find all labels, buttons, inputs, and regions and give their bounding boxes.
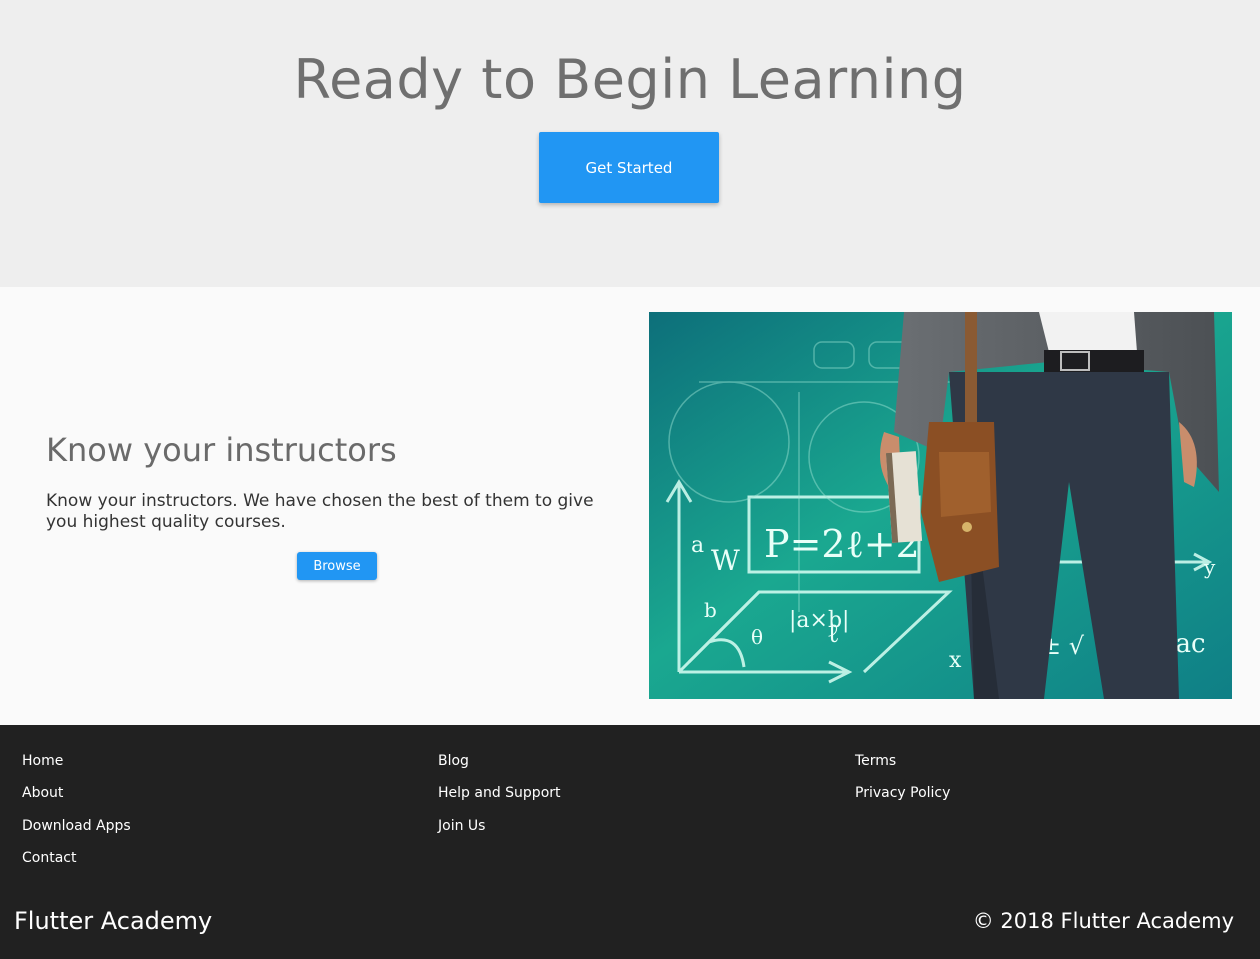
hero-section: Ready to Begin Learning Get Started	[0, 0, 1260, 287]
footer-link-download-apps[interactable]: Download Apps	[22, 817, 131, 849]
board-label-theta: θ	[751, 625, 763, 649]
get-started-button[interactable]: Get Started	[539, 132, 719, 203]
footer-link-privacy-policy[interactable]: Privacy Policy	[855, 784, 950, 816]
footer-link-home[interactable]: Home	[22, 752, 131, 784]
hero-title: Ready to Begin Learning	[293, 48, 967, 111]
section-description: Know your instructors. We have chosen th…	[46, 491, 594, 532]
section-title: Know your instructors	[46, 431, 397, 469]
footer-column-3: Terms Privacy Policy	[855, 752, 950, 817]
board-label-w: W	[711, 544, 740, 577]
board-label-l: ℓ	[827, 619, 839, 649]
footer-column-1: Home About Download Apps Contact	[22, 752, 131, 882]
board-label-x: x	[949, 648, 962, 673]
instructor-photo: P=2ℓ+2 a b W θ |a×b| ℓ 4ac x y ± √	[649, 312, 1232, 699]
board-label-axb: |a×b|	[789, 608, 849, 633]
instructors-section: Know your instructors Know your instruct…	[0, 287, 1260, 725]
footer-brand: Flutter Academy	[14, 907, 213, 935]
footer-link-about[interactable]: About	[22, 784, 131, 816]
browse-button[interactable]: Browse	[297, 552, 377, 580]
board-label-a: a	[691, 533, 704, 558]
footer-link-contact[interactable]: Contact	[22, 849, 131, 881]
footer-link-terms[interactable]: Terms	[855, 752, 950, 784]
footer-copyright: © 2018 Flutter Academy	[972, 909, 1234, 933]
footer-link-blog[interactable]: Blog	[438, 752, 561, 784]
footer-column-2: Blog Help and Support Join Us	[438, 752, 561, 849]
board-label-y: y	[1203, 555, 1216, 579]
footer: Home About Download Apps Contact Blog He…	[0, 725, 1260, 959]
footer-link-join-us[interactable]: Join Us	[438, 817, 561, 849]
footer-link-help-support[interactable]: Help and Support	[438, 784, 561, 816]
board-label-b: b	[704, 598, 717, 622]
